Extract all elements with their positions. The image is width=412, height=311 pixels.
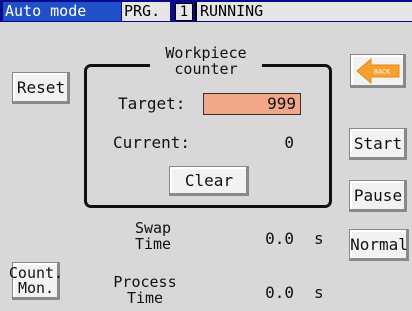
process-time-unit: s <box>314 283 324 302</box>
run-status: RUNNING <box>195 2 412 21</box>
current-label: Current: <box>113 133 191 152</box>
process-time-label-line2: Time <box>126 289 164 307</box>
swap-time-value: 0.0 <box>265 229 294 248</box>
reset-button[interactable]: Reset <box>12 72 70 104</box>
program-label: PRG. <box>122 2 170 21</box>
count-monitor-button[interactable]: Count. Mon. <box>9 262 63 300</box>
swap-time-label-line2: Time <box>134 235 172 253</box>
target-input[interactable]: 999 <box>203 93 301 115</box>
back-button[interactable]: BACK <box>350 54 406 88</box>
pause-button[interactable]: Pause <box>349 180 407 212</box>
process-time-value: 0.0 <box>265 283 294 302</box>
back-button-label: BACK <box>374 69 391 76</box>
target-label: Target: <box>118 94 186 113</box>
clear-button-label: Clear <box>184 171 234 190</box>
swap-time-label: Swap Time <box>128 220 178 252</box>
program-number: 1 <box>175 3 193 21</box>
start-button-label: Start <box>353 134 403 153</box>
current-value: 0 <box>284 133 294 152</box>
normal-button-label: Normal <box>350 235 408 254</box>
swap-time-unit: s <box>314 229 324 248</box>
workpiece-counter-title: Workpiece counter <box>150 45 262 77</box>
count-monitor-label-line2: Mon. <box>17 279 55 297</box>
status-header: Auto mode PRG. 1 RUNNING <box>0 0 412 22</box>
reset-button-label: Reset <box>16 78 66 97</box>
process-time-label: Process Time <box>112 274 178 306</box>
swap-time-label-line1: Swap <box>134 219 172 237</box>
normal-button[interactable]: Normal <box>349 229 409 261</box>
clear-button[interactable]: Clear <box>169 166 249 196</box>
pause-button-label: Pause <box>353 186 403 205</box>
mode-indicator: Auto mode <box>3 2 121 21</box>
counter-title-line2: counter <box>174 60 238 78</box>
start-button[interactable]: Start <box>349 128 407 160</box>
counter-title-line1: Workpiece <box>165 44 247 62</box>
process-time-label-line1: Process <box>113 273 177 291</box>
left-arrow-icon: BACK <box>356 57 400 85</box>
